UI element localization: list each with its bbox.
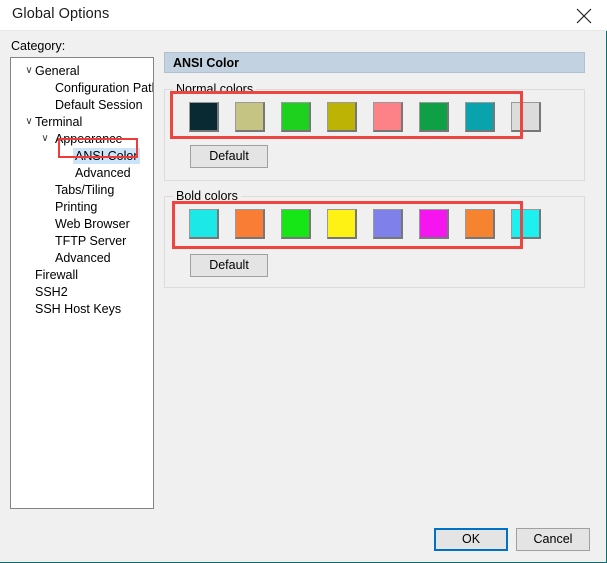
ok-button[interactable]: OK bbox=[434, 528, 508, 551]
tree-item-terminal[interactable]: ∨ Terminal bbox=[11, 114, 153, 130]
tree-item-ssh-host-keys[interactable]: SSH Host Keys bbox=[11, 301, 153, 317]
category-tree[interactable]: ∨ General Configuration Paths Default Sessi… bbox=[10, 57, 154, 509]
cancel-button[interactable]: Cancel bbox=[516, 528, 590, 551]
tree-item-label: TFTP Server bbox=[55, 234, 127, 248]
tree-item-configuration-paths[interactable]: Configuration Paths bbox=[11, 80, 153, 96]
tree-item-tftp-server[interactable]: TFTP Server bbox=[11, 233, 153, 249]
bold-color-1-swatch[interactable] bbox=[235, 209, 265, 239]
tree-item-label: Firewall bbox=[35, 268, 79, 282]
normal-color-1-swatch[interactable] bbox=[235, 102, 265, 132]
chevron-down-icon[interactable]: ∨ bbox=[39, 131, 51, 147]
tree-item-label: ANSI Color bbox=[73, 148, 140, 164]
close-button[interactable] bbox=[562, 0, 607, 30]
bold-color-7-swatch[interactable] bbox=[511, 209, 541, 239]
tree-item-label: Printing bbox=[55, 200, 98, 214]
bold-colors-swatch-row bbox=[189, 209, 541, 239]
tree-item-advanced[interactable]: Advanced bbox=[11, 165, 153, 181]
chevron-down-icon[interactable]: ∨ bbox=[23, 63, 35, 79]
bold-color-3-swatch[interactable] bbox=[327, 209, 357, 239]
tree-item-general[interactable]: ∨ General bbox=[11, 63, 153, 79]
bold-colors-legend: Bold colors bbox=[173, 189, 241, 203]
bold-color-4-swatch[interactable] bbox=[373, 209, 403, 239]
global-options-dialog: Global Options Category: ∨ General Configu… bbox=[0, 0, 607, 563]
tree-item-label: Advanced bbox=[75, 166, 131, 180]
tree-item-label: Tabs/Tiling bbox=[55, 183, 115, 197]
bold-colors-default-button[interactable]: Default bbox=[190, 254, 268, 277]
normal-color-3-swatch[interactable] bbox=[327, 102, 357, 132]
tree-item-label: Configuration Paths bbox=[55, 81, 154, 95]
normal-color-6-swatch[interactable] bbox=[465, 102, 495, 132]
tree-item-default-session[interactable]: Default Session bbox=[11, 97, 153, 113]
tree-item-web-browser[interactable]: Web Browser bbox=[11, 216, 153, 232]
normal-colors-swatch-row bbox=[189, 102, 541, 132]
tree-item-printing[interactable]: Printing bbox=[11, 199, 153, 215]
chevron-down-icon[interactable]: ∨ bbox=[23, 114, 35, 130]
bold-color-5-swatch[interactable] bbox=[419, 209, 449, 239]
normal-color-7-swatch[interactable] bbox=[511, 102, 541, 132]
window-title: Global Options bbox=[12, 6, 110, 22]
tree-item-label: General bbox=[35, 64, 80, 78]
bold-color-2-swatch[interactable] bbox=[281, 209, 311, 239]
tree-item-label: SSH Host Keys bbox=[35, 302, 122, 316]
title-bar: Global Options bbox=[0, 0, 607, 30]
titlebar-divider bbox=[0, 30, 607, 31]
tree-item-appearance[interactable]: ∨ Appearance bbox=[11, 131, 153, 147]
tree-item-ansi-color[interactable]: ANSI Color bbox=[11, 148, 153, 164]
tree-item-ssh2[interactable]: SSH2 bbox=[11, 284, 153, 300]
page-title: ANSI Color bbox=[173, 56, 239, 70]
tree-item-label: Appearance bbox=[55, 132, 123, 146]
tree-item-advanced[interactable]: Advanced bbox=[11, 250, 153, 266]
tree-item-label: Default Session bbox=[55, 98, 143, 112]
tree-item-firewall[interactable]: Firewall bbox=[11, 267, 153, 283]
normal-color-4-swatch[interactable] bbox=[373, 102, 403, 132]
bold-color-6-swatch[interactable] bbox=[465, 209, 495, 239]
normal-color-2-swatch[interactable] bbox=[281, 102, 311, 132]
tree-item-label: Advanced bbox=[55, 251, 111, 265]
tree-item-tabs-tiling[interactable]: Tabs/Tiling bbox=[11, 182, 153, 198]
normal-colors-default-button[interactable]: Default bbox=[190, 145, 268, 168]
content-header: ANSI Color bbox=[164, 52, 585, 73]
normal-colors-legend: Normal colors bbox=[173, 82, 257, 96]
normal-color-0-swatch[interactable] bbox=[189, 102, 219, 132]
normal-color-5-swatch[interactable] bbox=[419, 102, 449, 132]
tree-item-label: SSH2 bbox=[35, 285, 68, 299]
bold-color-0-swatch[interactable] bbox=[189, 209, 219, 239]
category-label: Category: bbox=[11, 39, 66, 53]
tree-item-label: Web Browser bbox=[55, 217, 130, 231]
tree-item-label: Terminal bbox=[35, 115, 83, 129]
